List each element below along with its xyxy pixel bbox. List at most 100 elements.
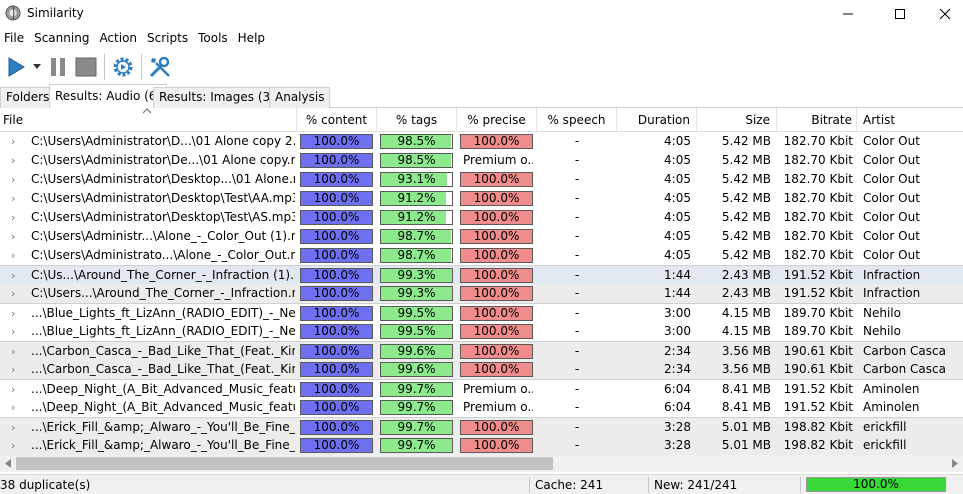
scroll-right-icon[interactable] bbox=[951, 459, 959, 468]
settings-button[interactable] bbox=[110, 53, 136, 81]
cell-artist: Nehilo bbox=[863, 306, 901, 320]
tags-bar: 91.2% bbox=[380, 210, 453, 225]
tags-bar: 93.1% bbox=[380, 172, 453, 187]
cell-speech: - bbox=[574, 400, 580, 414]
table-row[interactable]: › C:\Us...\Around_The_Corner_-_Infraction… bbox=[0, 265, 963, 284]
expand-chevron-icon[interactable]: › bbox=[11, 208, 21, 227]
table-row[interactable]: › ...\Erick_Fill_&amp;_Alwaro_-_You'll_Be… bbox=[0, 436, 963, 455]
column-content[interactable]: % content bbox=[297, 108, 377, 132]
expand-chevron-icon[interactable]: › bbox=[11, 284, 21, 303]
menu-file[interactable]: File bbox=[0, 28, 30, 49]
cell-speech: - bbox=[574, 248, 580, 262]
tags-bar: 99.7% bbox=[380, 400, 453, 415]
expand-chevron-icon[interactable]: › bbox=[11, 227, 21, 246]
table-row[interactable]: › C:\Users\Administrator\Desktop...\01 Al… bbox=[0, 170, 963, 189]
start-scan-button[interactable] bbox=[3, 53, 29, 81]
expand-chevron-icon[interactable]: › bbox=[11, 151, 21, 170]
tags-value: 91.2% bbox=[397, 210, 436, 224]
precise-value: 100.0% bbox=[473, 268, 520, 282]
tags-value: 93.1% bbox=[397, 172, 436, 186]
expand-chevron-icon[interactable]: › bbox=[11, 189, 21, 208]
tab-folders[interactable]: Folders bbox=[0, 87, 56, 108]
column-speech[interactable]: % speech bbox=[537, 108, 617, 132]
expand-chevron-icon[interactable]: › bbox=[11, 380, 21, 399]
menu-scripts[interactable]: Scripts bbox=[143, 28, 194, 49]
cell-duration: 4:05 bbox=[664, 229, 691, 243]
precise-bar: 100.0% bbox=[460, 362, 533, 377]
column-size[interactable]: Size bbox=[697, 108, 777, 132]
content-value: 100.0% bbox=[313, 306, 360, 320]
menu-scanning[interactable]: Scanning bbox=[30, 28, 95, 49]
expand-chevron-icon[interactable]: › bbox=[11, 342, 21, 361]
table-row[interactable]: › ...\Carbon_Casca_-_Bad_Like_That_(Feat.… bbox=[0, 341, 963, 360]
table-row[interactable]: › C:\Users\Administrator\D...\01 Alone co… bbox=[0, 132, 963, 151]
cell-bitrate: 190.61 Kbit bbox=[783, 344, 853, 358]
expand-chevron-icon[interactable]: › bbox=[11, 132, 21, 151]
expand-chevron-icon[interactable]: › bbox=[11, 322, 21, 341]
content-value: 100.0% bbox=[313, 362, 360, 376]
tags-value: 98.5% bbox=[397, 153, 436, 167]
column-precise[interactable]: % precise bbox=[457, 108, 537, 132]
column-tags[interactable]: % tags bbox=[377, 108, 457, 132]
cell-speech: - bbox=[574, 191, 580, 205]
table-row[interactable]: › ...\Deep_Night_(A_Bit_Advanced_Music_fe… bbox=[0, 379, 963, 398]
table-row[interactable]: › C:\Users\Administrato...\Alone_-_Color_… bbox=[0, 246, 963, 265]
cell-size: 4.15 MB bbox=[721, 306, 771, 320]
cell-file: C:\Users\Administr...\Alone_-_Color_Out … bbox=[31, 229, 295, 243]
gear-icon bbox=[113, 57, 133, 76]
tools-button[interactable] bbox=[147, 53, 173, 81]
menu-action[interactable]: Action bbox=[95, 28, 143, 49]
table-row[interactable]: › C:\Users\Administrator\De...\01 Alone c… bbox=[0, 151, 963, 170]
precise-value: 100.0% bbox=[473, 229, 520, 243]
menu-help[interactable]: Help bbox=[234, 28, 271, 49]
content-bar: 100.0% bbox=[300, 420, 373, 435]
cell-bitrate: 189.70 Kbit bbox=[783, 306, 853, 320]
menu-tools[interactable]: Tools bbox=[194, 28, 234, 49]
content-bar: 100.0% bbox=[300, 210, 373, 225]
table-row[interactable]: › ...\Blue_Lights_ft_LizAnn_(RADIO_EDIT)_… bbox=[0, 303, 963, 322]
tags-bar: 99.3% bbox=[380, 286, 453, 301]
table-row[interactable]: › C:\Users\Administrator\Desktop\Test\AS.… bbox=[0, 208, 963, 227]
chevron-down-icon bbox=[33, 63, 41, 69]
tab-analysis[interactable]: Analysis bbox=[269, 87, 331, 108]
content-value: 100.0% bbox=[313, 134, 360, 148]
expand-chevron-icon[interactable]: › bbox=[11, 360, 21, 379]
column-duration[interactable]: Duration bbox=[617, 108, 697, 132]
cell-size: 3.56 MB bbox=[721, 362, 771, 376]
expand-chevron-icon[interactable]: › bbox=[11, 304, 21, 323]
minimize-button[interactable] bbox=[825, 0, 871, 28]
cell-bitrate: 182.70 Kbit bbox=[783, 153, 853, 167]
cell-file: ...\Erick_Fill_&amp;_Alwaro_-_You'll_Be_… bbox=[31, 420, 295, 434]
expand-chevron-icon[interactable]: › bbox=[11, 436, 21, 455]
column-file[interactable]: File bbox=[0, 108, 297, 132]
tab-bar: Folders Results: Audio (6) Results: Imag… bbox=[0, 84, 963, 109]
table-row[interactable]: › C:\Users\Administrator\Desktop\Test\AA.… bbox=[0, 189, 963, 208]
expand-chevron-icon[interactable]: › bbox=[11, 398, 21, 417]
cell-bitrate: 189.70 Kbit bbox=[783, 324, 853, 338]
table-row[interactable]: › C:\Users\Administr...\Alone_-_Color_Out… bbox=[0, 227, 963, 246]
scrollbar-thumb[interactable] bbox=[16, 457, 553, 470]
content-bar: 100.0% bbox=[300, 362, 373, 377]
expand-chevron-icon[interactable]: › bbox=[11, 246, 21, 265]
stop-button[interactable] bbox=[73, 53, 99, 81]
cell-duration: 4:05 bbox=[664, 248, 691, 262]
expand-chevron-icon[interactable]: › bbox=[11, 418, 21, 437]
table-row[interactable]: › ...\Erick_Fill_&amp;_Alwaro_-_You'll_Be… bbox=[0, 417, 963, 436]
content-bar: 100.0% bbox=[300, 134, 373, 149]
table-row[interactable]: › ...\Deep_Night_(A_Bit_Advanced_Music_fe… bbox=[0, 398, 963, 417]
column-artist[interactable]: Artist bbox=[857, 108, 963, 132]
table-row[interactable]: › ...\Carbon_Casca_-_Bad_Like_That_(Feat.… bbox=[0, 360, 963, 379]
horizontal-scrollbar[interactable] bbox=[0, 455, 963, 472]
expand-chevron-icon[interactable]: › bbox=[11, 266, 21, 285]
table-row[interactable]: › C:\Users...\Around_The_Corner_-_Infract… bbox=[0, 284, 963, 303]
pause-button[interactable] bbox=[45, 53, 71, 81]
cell-size: 5.01 MB bbox=[721, 420, 771, 434]
maximize-button[interactable] bbox=[877, 0, 923, 28]
close-button[interactable] bbox=[922, 0, 963, 28]
column-bitrate[interactable]: Bitrate bbox=[777, 108, 857, 132]
tab-results-audio[interactable]: Results: Audio (6) bbox=[49, 84, 168, 109]
scan-options-dropdown[interactable] bbox=[31, 53, 43, 81]
expand-chevron-icon[interactable]: › bbox=[11, 170, 21, 189]
scroll-left-icon[interactable] bbox=[4, 459, 12, 468]
table-row[interactable]: › ...\Blue_Lights_ft_LizAnn_(RADIO_EDIT)_… bbox=[0, 322, 963, 341]
